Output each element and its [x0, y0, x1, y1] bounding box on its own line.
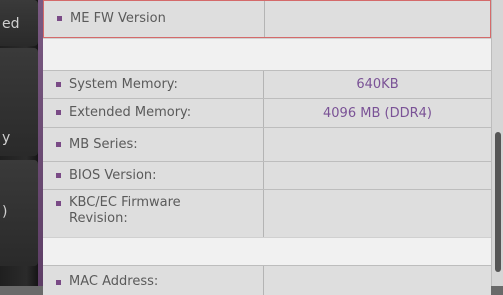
bullet-icon — [56, 81, 61, 87]
vertical-scrollbar[interactable] — [491, 0, 503, 286]
row-value: 4096 MB (DDR4) — [263, 99, 491, 127]
section-spacer — [43, 38, 491, 70]
section-spacer — [43, 237, 491, 265]
row-value — [263, 162, 491, 189]
bullet-icon — [57, 16, 62, 21]
bullet-icon — [56, 141, 61, 147]
table-row-extended-memory[interactable]: Extended Memory: 4096 MB (DDR4) — [43, 98, 491, 127]
bullet-icon — [56, 172, 61, 178]
row-label: MB Series: — [43, 128, 263, 161]
table-row-mac-address[interactable]: MAC Address: — [43, 265, 491, 295]
system-info-table: ME FW Version System Memory: 640KB Exten… — [43, 0, 491, 295]
nav-item-2[interactable]: y — [0, 48, 38, 156]
nav-item-2-label: y — [2, 130, 11, 146]
row-value — [263, 266, 491, 295]
nav-item-3[interactable]: ) — [0, 160, 38, 266]
bullet-icon — [56, 110, 61, 115]
bullet-icon — [56, 280, 61, 285]
table-row-me-fw-version[interactable]: ME FW Version — [43, 0, 491, 38]
table-row-kbc-ec-firmware[interactable]: KBC/EC Firmware Revision: — [43, 189, 491, 237]
table-row-mb-series[interactable]: MB Series: — [43, 127, 491, 161]
row-label: MAC Address: — [43, 266, 263, 295]
nav-item-1[interactable]: ed — [0, 0, 38, 46]
scrollbar-thumb[interactable] — [495, 132, 501, 272]
table-row-system-memory[interactable]: System Memory: 640KB — [43, 70, 491, 98]
row-value — [263, 128, 491, 161]
row-label: ME FW Version — [44, 1, 264, 37]
table-row-bios-version[interactable]: BIOS Version: — [43, 161, 491, 189]
row-label: BIOS Version: — [43, 162, 263, 189]
row-label: Extended Memory: — [43, 99, 263, 127]
left-nav-panel: ed y ) — [0, 0, 38, 286]
bullet-icon — [56, 201, 61, 206]
row-value — [263, 190, 491, 237]
nav-item-1-label: ed — [2, 16, 20, 32]
row-value: 640KB — [263, 71, 491, 98]
row-label: KBC/EC Firmware Revision: — [43, 190, 263, 237]
nav-item-3-label: ) — [2, 204, 8, 220]
row-label: System Memory: — [43, 71, 263, 98]
row-value — [264, 1, 490, 37]
